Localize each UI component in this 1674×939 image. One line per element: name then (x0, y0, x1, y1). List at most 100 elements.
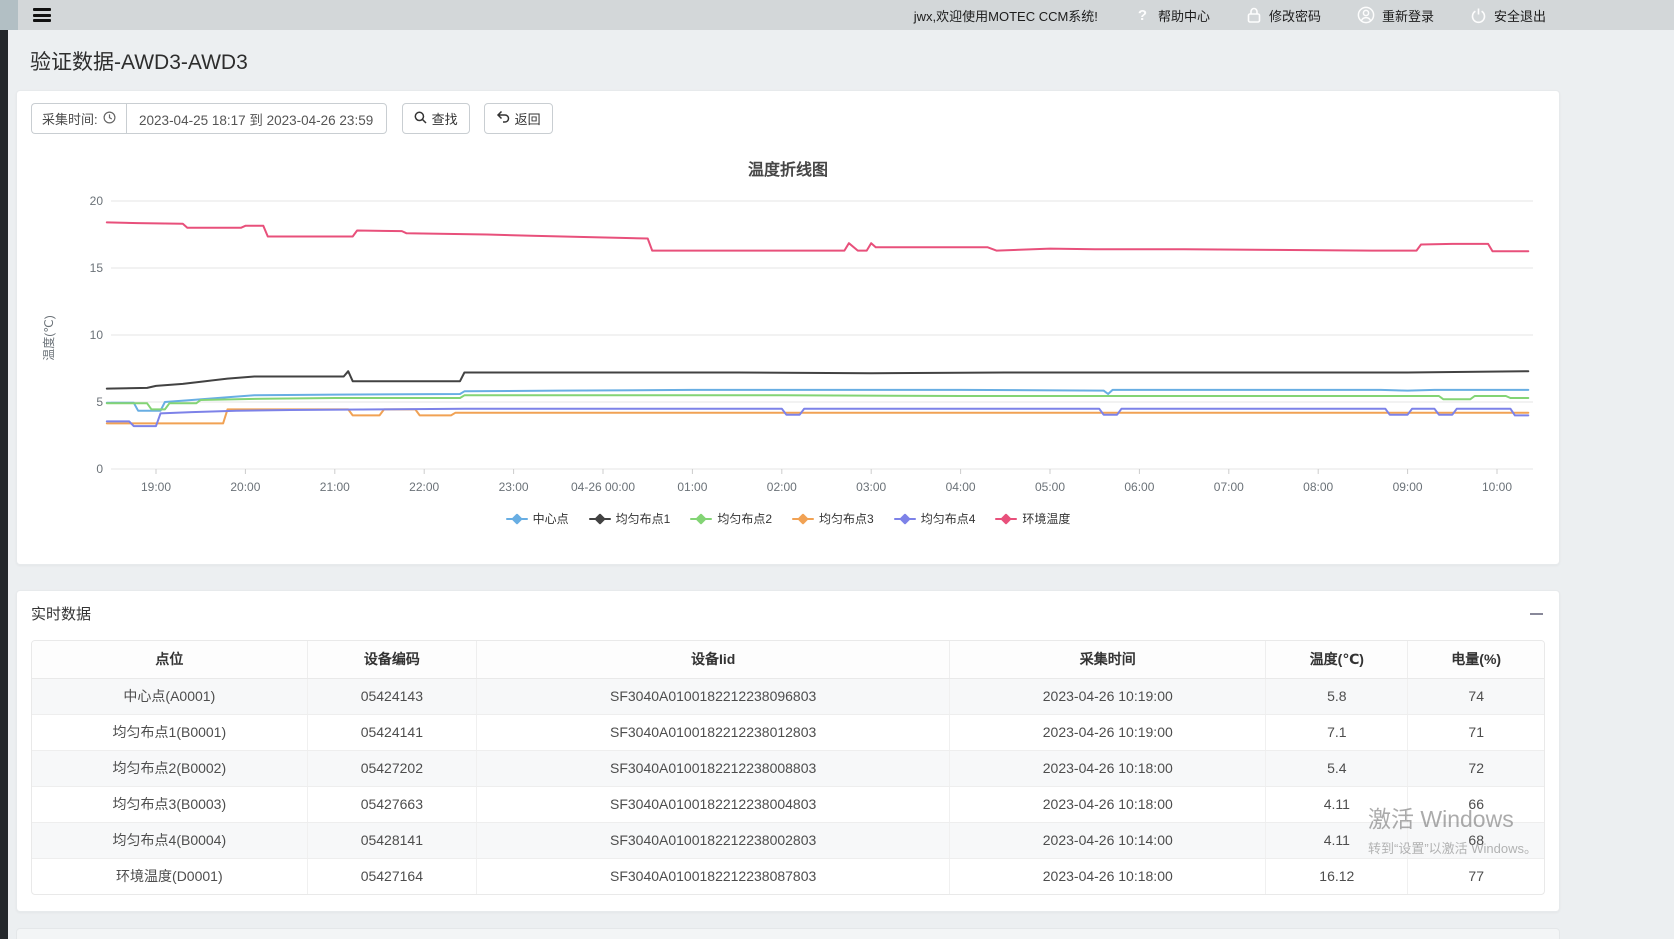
legend-label: 中心点 (533, 510, 569, 527)
table-cell: 2023-04-26 10:14:00 (950, 822, 1266, 858)
table-cell: 05424143 (307, 678, 476, 714)
table-cell: 2023-04-26 10:19:00 (950, 678, 1266, 714)
svg-text:06:00: 06:00 (1124, 480, 1154, 494)
svg-text:23:00: 23:00 (499, 480, 529, 494)
legend-item[interactable]: 均匀布点1 (589, 510, 671, 527)
table-row: 中心点(A0001)05424143SF3040A010018221223809… (32, 678, 1544, 714)
table-cell: 2023-04-26 10:18:00 (950, 858, 1266, 894)
table-cell: 均匀布点3(B0003) (32, 786, 307, 822)
chart-card: 采集时间: 查找 (16, 90, 1560, 565)
svg-text:20:00: 20:00 (230, 480, 260, 494)
table-cell: 72 (1408, 750, 1544, 786)
relogin-label: 重新登录 (1382, 6, 1434, 25)
table-cell: 2023-04-26 10:18:00 (950, 750, 1266, 786)
table-cell: 66 (1408, 786, 1544, 822)
svg-text:09:00: 09:00 (1393, 480, 1423, 494)
relogin-item[interactable]: 重新登录 (1357, 6, 1434, 25)
chart-title: 温度折线图 (17, 156, 1559, 180)
hamburger-menu-icon[interactable] (33, 8, 51, 22)
table-cell: SF3040A0100182212238004803 (477, 786, 950, 822)
svg-text:19:00: 19:00 (141, 480, 171, 494)
collapsed-sidebar[interactable] (0, 30, 8, 939)
clock-icon (103, 111, 116, 127)
back-arrow-icon (496, 111, 510, 126)
table-cell: 71 (1408, 714, 1544, 750)
table-row: 均匀布点1(B0001)05424141SF3040A0100182212238… (32, 714, 1544, 750)
table-cell: 16.12 (1266, 858, 1408, 894)
temperature-line-chart: 0510152019:0020:0021:0022:0023:0004-26 0… (17, 188, 1559, 500)
help-icon: ? (1134, 7, 1151, 24)
legend-item[interactable]: 均匀布点2 (690, 510, 772, 527)
svg-text:5: 5 (96, 395, 103, 409)
table-cell: 05427202 (307, 750, 476, 786)
table-cell: 5.4 (1266, 750, 1408, 786)
next-panel-top-edge (16, 928, 1560, 939)
help-center-item[interactable]: ? 帮助中心 (1134, 6, 1210, 25)
sidebar-header-block (0, 0, 18, 30)
legend-item[interactable]: 均匀布点3 (792, 510, 874, 527)
realtime-data-card: 实时数据 点位设备编码设备Iid采集时间温度(℃)电量(%) 中心点(A0001… (16, 590, 1560, 912)
user-icon (1357, 6, 1375, 24)
table-row: 均匀布点4(B0004)05428141SF3040A0100182212238… (32, 822, 1544, 858)
table-cell: SF3040A0100182212238012803 (477, 714, 950, 750)
table-cell: 74 (1408, 678, 1544, 714)
panel-title: 实时数据 (31, 603, 91, 624)
svg-text:01:00: 01:00 (677, 480, 707, 494)
svg-text:22:00: 22:00 (409, 480, 439, 494)
table-cell: SF3040A0100182212238087803 (477, 858, 950, 894)
collect-time-label: 采集时间: (31, 103, 126, 134)
search-icon (414, 111, 427, 127)
date-range-input[interactable] (126, 103, 387, 134)
legend-marker-icon (589, 514, 611, 524)
table-header-cell: 电量(%) (1408, 641, 1544, 678)
legend-label: 均匀布点1 (616, 510, 671, 527)
svg-text:10:00: 10:00 (1482, 480, 1512, 494)
realtime-table: 点位设备编码设备Iid采集时间温度(℃)电量(%) 中心点(A0001)0542… (32, 641, 1544, 894)
table-cell: 05427164 (307, 858, 476, 894)
table-header-cell: 设备Iid (477, 641, 950, 678)
welcome-text: jwx,欢迎使用MOTEC CCM系统! (914, 6, 1098, 25)
table-cell: 4.11 (1266, 822, 1408, 858)
help-center-label: 帮助中心 (1158, 6, 1210, 25)
power-icon (1470, 7, 1487, 24)
table-cell: 5.8 (1266, 678, 1408, 714)
legend-item[interactable]: 环境温度 (995, 510, 1070, 527)
back-button[interactable]: 返回 (484, 103, 553, 134)
svg-text:07:00: 07:00 (1214, 480, 1244, 494)
legend-label: 环境温度 (1022, 510, 1070, 527)
legend-item[interactable]: 中心点 (506, 510, 569, 527)
legend-marker-icon (995, 514, 1017, 524)
legend-marker-icon (690, 514, 712, 524)
svg-text:10: 10 (90, 328, 104, 342)
table-cell: 05428141 (307, 822, 476, 858)
change-password-label: 修改密码 (1269, 6, 1321, 25)
top-navbar: jwx,欢迎使用MOTEC CCM系统! ? 帮助中心 修改密码 重新登录 (0, 0, 1674, 30)
legend-item[interactable]: 均匀布点4 (894, 510, 976, 527)
table-cell: 2023-04-26 10:19:00 (950, 714, 1266, 750)
table-cell: 05427663 (307, 786, 476, 822)
svg-text:0: 0 (96, 462, 103, 476)
lock-icon (1246, 7, 1262, 24)
svg-text:15: 15 (90, 261, 104, 275)
svg-text:04:00: 04:00 (946, 480, 976, 494)
legend-marker-icon (792, 514, 814, 524)
table-row: 环境温度(D0001)05427164SF3040A01001822122380… (32, 858, 1544, 894)
table-cell: SF3040A0100182212238002803 (477, 822, 950, 858)
legend-label: 均匀布点4 (921, 510, 976, 527)
table-cell: SF3040A0100182212238096803 (477, 678, 950, 714)
logout-item[interactable]: 安全退出 (1470, 6, 1546, 25)
page-title: 验证数据-AWD3-AWD3 (30, 46, 1560, 76)
table-header-cell: 温度(℃) (1266, 641, 1408, 678)
svg-text:08:00: 08:00 (1303, 480, 1333, 494)
table-cell: 7.1 (1266, 714, 1408, 750)
table-cell: 均匀布点2(B0002) (32, 750, 307, 786)
logout-label: 安全退出 (1494, 6, 1546, 25)
change-password-item[interactable]: 修改密码 (1246, 6, 1321, 25)
svg-text:02:00: 02:00 (767, 480, 797, 494)
table-cell: 均匀布点4(B0004) (32, 822, 307, 858)
table-header-cell: 采集时间 (950, 641, 1266, 678)
search-button[interactable]: 查找 (402, 103, 470, 134)
table-cell: 中心点(A0001) (32, 678, 307, 714)
chart-legend: 中心点 均匀布点1 均匀布点2 均匀布点3 均匀布点4 环境温度 (17, 510, 1559, 527)
collapse-panel-icon[interactable] (1530, 607, 1543, 620)
